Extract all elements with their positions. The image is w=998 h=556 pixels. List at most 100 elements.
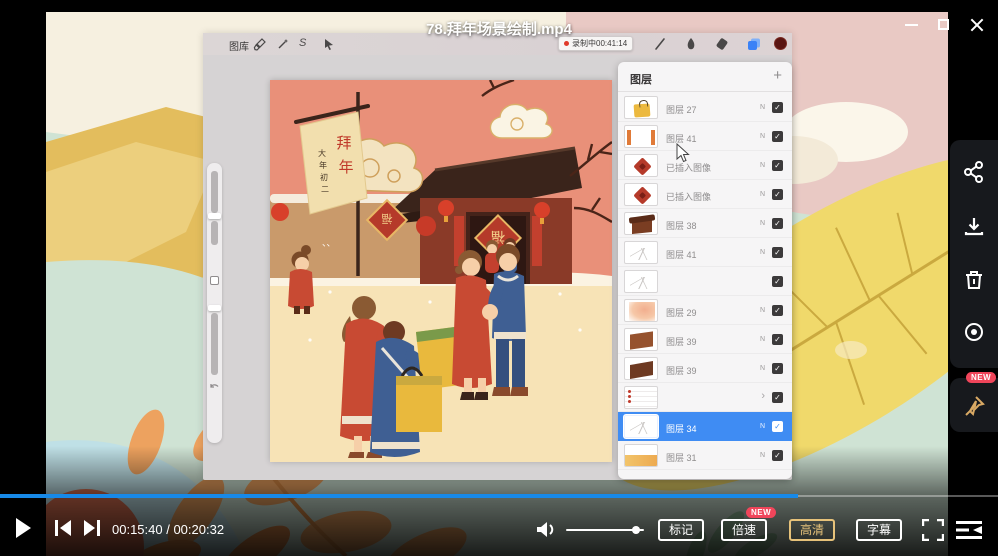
layer-row[interactable]: 图层 27 N ✓ [618, 93, 792, 122]
download-icon[interactable] [962, 215, 986, 239]
layer-thumbnail[interactable] [624, 444, 658, 467]
play-icon[interactable] [14, 517, 32, 539]
layer-visibility-checkbox[interactable]: ✓ [772, 392, 783, 403]
brush-size-slider[interactable] [211, 171, 218, 213]
layer-blend-mode[interactable]: N [760, 162, 765, 169]
next-icon[interactable] [83, 520, 100, 536]
layer-blend-mode[interactable]: N [760, 104, 765, 111]
fullscreen-icon[interactable] [922, 519, 944, 541]
layer-visibility-checkbox[interactable]: ✓ [772, 160, 783, 171]
layer-blend-mode[interactable]: N [760, 220, 765, 227]
layer-row[interactable]: 图层 31 N ✓ [618, 441, 792, 470]
layer-row[interactable]: 图层 38 N ✓ [618, 209, 792, 238]
selection-s-icon[interactable]: S [299, 37, 313, 51]
layers-list: 图层 27 N ✓ 图层 41 N ✓ 已插入图像 N ✓ 已插入图像 N ✓ … [618, 93, 792, 470]
layer-label: 图层 39 [666, 364, 697, 377]
layer-blend-mode[interactable]: N [760, 423, 765, 430]
layer-visibility-checkbox[interactable]: ✓ [772, 276, 783, 287]
layers-panel-header: 图层 + [618, 62, 792, 92]
layer-blend-mode[interactable]: N [760, 452, 765, 459]
layer-visibility-checkbox[interactable]: ✓ [772, 305, 783, 316]
svg-text:二: 二 [321, 185, 329, 194]
playlist-icon[interactable] [956, 520, 982, 540]
modify-button[interactable] [210, 276, 219, 285]
pencil-icon[interactable] [653, 37, 667, 51]
layer-row[interactable]: 图层 29 N ✓ [618, 296, 792, 325]
brush-size-slider-lower[interactable] [211, 221, 218, 245]
layer-visibility-checkbox[interactable]: ✓ [772, 247, 783, 258]
prev-icon[interactable] [55, 520, 72, 536]
layer-blend-mode[interactable]: N [760, 191, 765, 198]
hd-button[interactable]: 高清 [789, 519, 835, 541]
layer-row[interactable]: 图层 39 N ✓ [618, 325, 792, 354]
canvas-artwork[interactable]: 福 福 [270, 80, 612, 462]
trash-icon[interactable] [962, 268, 986, 292]
speed-new-badge: NEW [746, 507, 776, 518]
layer-thumbnail[interactable] [624, 212, 658, 235]
layer-visibility-checkbox[interactable]: ✓ [772, 421, 783, 432]
magic-wand-icon[interactable] [276, 37, 290, 51]
layer-row[interactable]: › ✓ [618, 383, 792, 412]
layer-visibility-checkbox[interactable]: ✓ [772, 189, 783, 200]
layer-blend-mode[interactable]: › [761, 390, 765, 402]
layer-thumbnail[interactable] [624, 270, 658, 293]
layer-thumbnail[interactable] [624, 328, 658, 351]
layer-label: 图层 29 [666, 306, 697, 319]
mark-button[interactable]: 标记 [658, 519, 704, 541]
brush-icon[interactable] [684, 37, 698, 51]
layer-visibility-checkbox[interactable]: ✓ [772, 102, 783, 113]
opacity-slider[interactable] [211, 313, 218, 375]
record-target-icon[interactable] [962, 320, 986, 344]
volume-knob[interactable] [632, 526, 640, 534]
layer-row[interactable]: ✓ [618, 267, 792, 296]
layer-thumbnail[interactable] [624, 241, 658, 264]
speed-button[interactable]: 倍速 [721, 519, 767, 541]
layer-thumbnail[interactable] [624, 357, 658, 380]
subtitle-button[interactable]: 字幕 [856, 519, 902, 541]
layer-visibility-checkbox[interactable]: ✓ [772, 363, 783, 374]
layers-icon[interactable] [747, 37, 761, 51]
volume-icon[interactable] [536, 521, 556, 538]
pin-icon[interactable] [962, 394, 986, 418]
layer-thumbnail[interactable] [624, 125, 658, 148]
layer-visibility-checkbox[interactable]: ✓ [772, 131, 783, 142]
layer-thumbnail[interactable] [624, 299, 658, 322]
layer-thumbnail[interactable] [624, 183, 658, 206]
layer-visibility-checkbox[interactable]: ✓ [772, 334, 783, 345]
layer-blend-mode[interactable]: N [760, 249, 765, 256]
close-icon[interactable] [968, 16, 986, 34]
opacity-handle[interactable] [208, 305, 221, 311]
minimize-icon[interactable] [903, 16, 921, 34]
layer-thumbnail[interactable] [624, 415, 658, 438]
layer-thumbnail[interactable] [624, 154, 658, 177]
action-sidebar [950, 140, 998, 368]
volume-slider[interactable] [566, 529, 644, 531]
layer-blend-mode[interactable]: N [760, 133, 765, 140]
layer-visibility-checkbox[interactable]: ✓ [772, 218, 783, 229]
eraser-icon[interactable] [715, 37, 729, 51]
layer-blend-mode[interactable]: N [760, 307, 765, 314]
layer-row[interactable]: 已插入图像 N ✓ [618, 151, 792, 180]
svg-text:初: 初 [320, 172, 328, 182]
layer-visibility-checkbox[interactable]: ✓ [772, 450, 783, 461]
progress-bar[interactable] [0, 494, 998, 498]
add-layer-button[interactable]: + [773, 67, 782, 84]
wrench-icon[interactable] [253, 37, 267, 51]
layer-label: 图层 38 [666, 219, 697, 232]
layer-label: 图层 31 [666, 451, 697, 464]
transform-arrow-icon[interactable] [322, 37, 336, 51]
layer-blend-mode[interactable]: N [760, 365, 765, 372]
layer-row[interactable]: 图层 39 N ✓ [618, 354, 792, 383]
layer-thumbnail[interactable] [624, 96, 658, 119]
layer-row[interactable]: 图层 41 N ✓ [618, 238, 792, 267]
layer-blend-mode[interactable]: N [760, 336, 765, 343]
maximize-icon[interactable] [935, 16, 953, 34]
gallery-button[interactable]: 图库 [229, 38, 249, 53]
share-icon[interactable] [962, 160, 986, 184]
layer-row[interactable]: 图层 34 N ✓ [618, 412, 792, 441]
brush-size-handle[interactable] [208, 213, 221, 219]
layer-thumbnail[interactable] [624, 386, 658, 409]
layer-row[interactable]: 图层 41 N ✓ [618, 122, 792, 151]
layer-row[interactable]: 已插入图像 N ✓ [618, 180, 792, 209]
undo-icon[interactable] [209, 381, 220, 392]
